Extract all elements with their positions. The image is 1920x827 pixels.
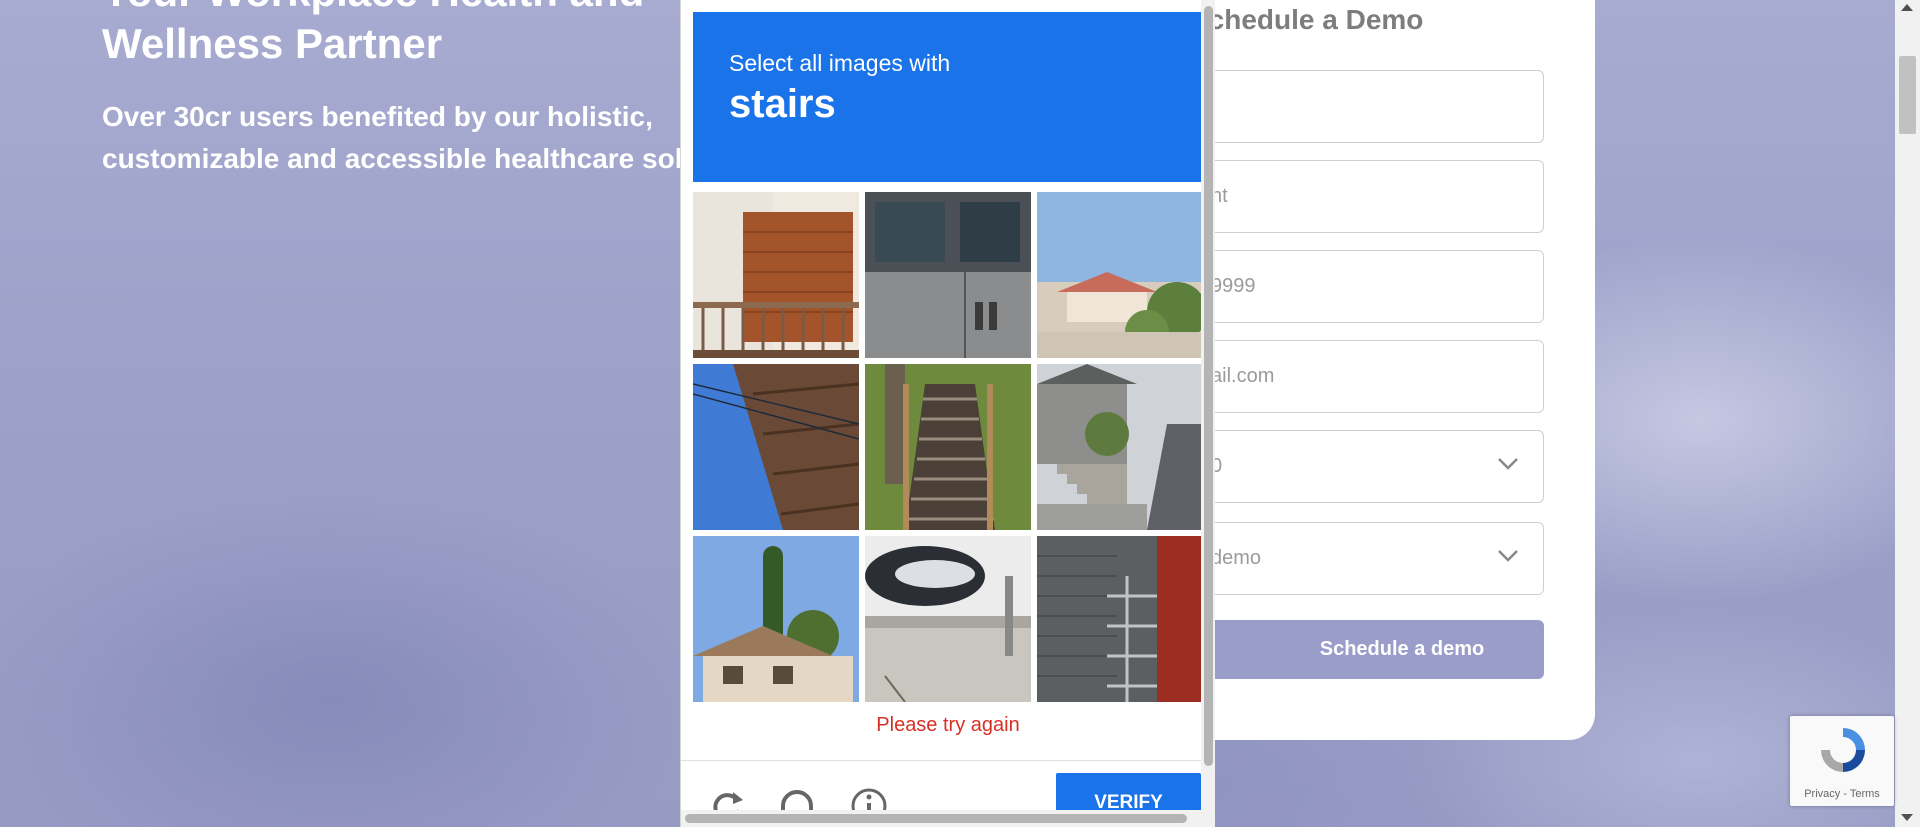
chevron-down-icon <box>1498 458 1518 470</box>
captcha-tile-3[interactable] <box>1037 192 1203 358</box>
privacy-link[interactable]: Privacy <box>1804 788 1840 800</box>
captcha-tile-1[interactable] <box>693 192 859 358</box>
captcha-instruction: Select all images with <box>729 50 951 76</box>
captcha-horizontal-scrollbar-thumb[interactable] <box>685 814 1187 823</box>
demo-type-select-value: demo <box>1211 547 1262 569</box>
chevron-down-icon <box>1498 550 1518 562</box>
page-scrollbar[interactable] <box>1895 0 1920 827</box>
captcha-tile-8[interactable] <box>865 536 1031 702</box>
captcha-tile-4[interactable] <box>693 364 859 530</box>
recaptcha-badge[interactable]: Privacy - Terms <box>1790 716 1894 806</box>
captcha-tile-6[interactable] <box>1037 364 1203 530</box>
form-title: Schedule a Demo <box>1190 4 1424 35</box>
terms-link[interactable]: Terms <box>1850 788 1880 800</box>
page-scrollbar-thumb[interactable] <box>1899 56 1916 134</box>
scroll-up-icon[interactable] <box>1901 4 1913 11</box>
divider <box>681 760 1215 761</box>
scroll-down-icon[interactable] <box>1901 814 1913 821</box>
captcha-vertical-scrollbar-thumb[interactable] <box>1204 6 1213 766</box>
recaptcha-logo-icon <box>1821 728 1865 772</box>
link-separator: - <box>1840 788 1850 800</box>
captcha-tile-5[interactable] <box>865 364 1031 530</box>
captcha-challenge: Select all images with stairs Please try… <box>680 0 1215 827</box>
captcha-tile-7[interactable] <box>693 536 859 702</box>
captcha-target: stairs <box>729 82 836 126</box>
captcha-tile-9[interactable] <box>1037 536 1203 702</box>
captcha-header: Select all images with stairs <box>693 12 1201 182</box>
captcha-tile-2[interactable] <box>865 192 1031 358</box>
captcha-error-message: Please try again <box>876 714 1020 736</box>
